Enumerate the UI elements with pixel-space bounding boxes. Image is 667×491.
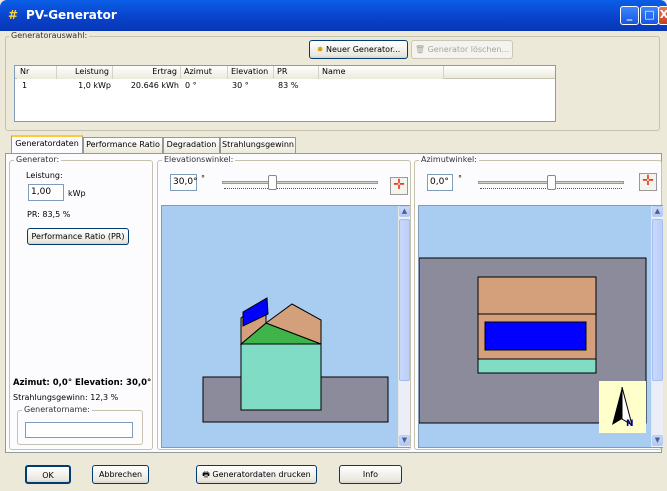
house-wall	[240, 343, 322, 411]
generator-name-label: Generatorname:	[22, 405, 92, 415]
column-header-pr[interactable]: PR	[274, 66, 319, 79]
cell-ertrag: 20.646 kWh	[130, 81, 179, 90]
azimuth-slider-thumb[interactable]	[547, 175, 556, 190]
generator-group-label: Generator:	[14, 155, 62, 165]
generator-table[interactable]: Nr Leistung Ertrag Azimut Elevation PR N…	[14, 65, 556, 122]
tab-degradation[interactable]: Degradation	[163, 137, 220, 153]
tab-strahlungsgewinn[interactable]: Strahlungsgewinn	[220, 137, 296, 153]
scroll-up-icon[interactable]: ▲	[652, 206, 663, 217]
cell-leistung: 1,0 kWp	[78, 81, 111, 90]
delete-generator-label: Generator löschen...	[427, 45, 510, 54]
window-title: PV-Generator	[26, 8, 117, 22]
elevation-view[interactable]: ▲ ▼	[161, 205, 410, 448]
elevation-slider-thumb[interactable]	[268, 175, 277, 190]
column-header-azimut[interactable]: Azimut	[181, 66, 228, 79]
elevation-slider-ticks	[224, 188, 376, 191]
new-generator-button[interactable]: ✸ Neuer Generator...	[309, 40, 408, 59]
table-row[interactable]: 1 1,0 kWp 20.646 kWh 0 ° 30 ° 83 %	[16, 80, 554, 91]
generator-selection-label: Generatorauswahl:	[9, 31, 90, 41]
print-generator-data-button[interactable]: 🖶 Generatordaten drucken	[196, 465, 317, 484]
cell-pr: 83 %	[278, 81, 299, 90]
azimuth-input[interactable]: 0,0°	[427, 174, 453, 191]
azimuth-scrollbar[interactable]: ▲ ▼	[651, 206, 663, 447]
new-generator-label: Neuer Generator...	[326, 45, 401, 54]
ok-button[interactable]: OK	[25, 465, 71, 484]
column-header-leistung[interactable]: Leistung	[57, 66, 113, 79]
scroll-thumb[interactable]	[399, 219, 410, 381]
azimuth-group-label: Azimutwinkel:	[419, 155, 479, 165]
close-button[interactable]: X	[658, 6, 667, 25]
scroll-down-icon[interactable]: ▼	[399, 435, 410, 446]
crosshair-icon[interactable]: ✛	[639, 173, 657, 191]
elevation-input[interactable]: 30,0°	[170, 174, 198, 191]
cell-azimut: 0 °	[185, 81, 197, 90]
crosshair-icon[interactable]: ✛	[390, 177, 408, 195]
tab-performance-ratio[interactable]: Performance Ratio	[83, 137, 163, 153]
performance-ratio-button[interactable]: Performance Ratio (PR)	[27, 228, 129, 245]
minimize-button[interactable]: _	[620, 6, 639, 25]
column-header-elevation[interactable]: Elevation	[228, 66, 274, 79]
strahlungsgewinn-text: Strahlungsgewinn: 12,3 %	[13, 393, 119, 402]
compass-north-label: N	[626, 419, 634, 429]
app-icon: #	[8, 8, 19, 22]
pr-value-text: PR: 83,5 %	[27, 210, 71, 219]
print-label: Generatordaten drucken	[212, 470, 311, 479]
leistung-label: Leistung:	[26, 171, 63, 180]
column-header-name[interactable]: Name	[319, 66, 444, 79]
column-header-nr[interactable]: Nr	[17, 66, 57, 79]
elevation-slider-track[interactable]	[222, 181, 378, 184]
roof-top	[477, 276, 597, 315]
elevation-scene	[162, 206, 398, 447]
scroll-thumb[interactable]	[652, 219, 663, 381]
cell-elevation: 30 °	[232, 81, 249, 90]
azimut-elevation-summary: Azimut: 0,0° Elevation: 30,0°	[13, 378, 152, 388]
scroll-up-icon[interactable]: ▲	[399, 206, 410, 217]
house-wall	[477, 358, 597, 374]
leistung-unit: kWp	[68, 189, 86, 198]
elevation-degree: °	[201, 174, 205, 183]
elevation-group-label: Elevationswinkel:	[162, 155, 236, 165]
maximize-button[interactable]: □	[640, 6, 659, 25]
azimuth-view[interactable]: N ▲ ▼	[418, 205, 663, 448]
delete-generator-button[interactable]: 🗑 Generator löschen...	[411, 40, 513, 59]
cell-nr: 1	[22, 81, 28, 90]
leistung-input[interactable]: 1,00	[28, 184, 64, 201]
generator-name-input[interactable]	[25, 422, 133, 438]
scroll-down-icon[interactable]: ▼	[652, 435, 663, 446]
printer-icon: 🖶	[202, 470, 210, 479]
elevation-scrollbar[interactable]: ▲ ▼	[398, 206, 410, 447]
new-generator-icon: ✸	[316, 45, 324, 54]
pv-panel	[484, 321, 587, 351]
trash-icon: 🗑	[414, 45, 426, 54]
info-button[interactable]: Info	[339, 465, 402, 484]
cancel-button[interactable]: Abbrechen	[92, 465, 149, 484]
column-header-ertrag[interactable]: Ertrag	[113, 66, 181, 79]
tab-generatordaten[interactable]: Generatordaten	[11, 135, 83, 153]
azimuth-degree: °	[458, 174, 462, 183]
